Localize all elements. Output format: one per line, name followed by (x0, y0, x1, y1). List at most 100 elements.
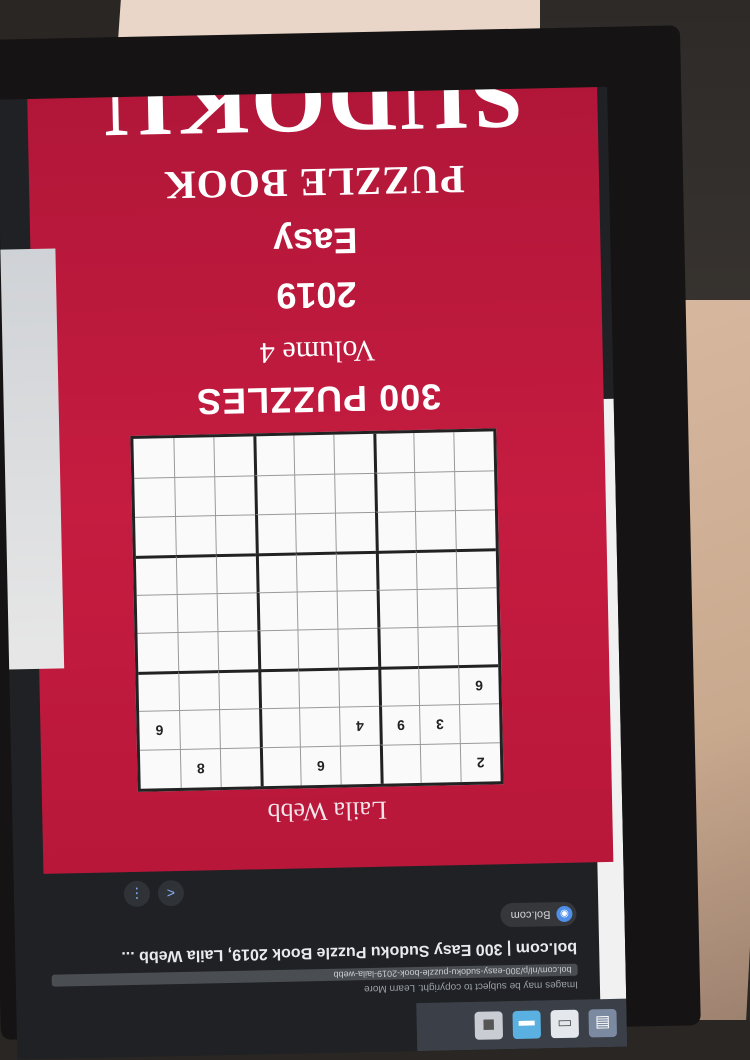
upside-down-view: ▤ ▭ ▬ ◼ Images may be subject to copyrig… (0, 86, 628, 1060)
sudoku-cell (217, 630, 259, 671)
sudoku-cell (136, 593, 178, 634)
page-title[interactable]: bol.com | 300 Easy Sudoku Puzzle Book 20… (77, 938, 577, 966)
sudoku-cell (337, 628, 379, 668)
sudoku-cell (419, 743, 461, 783)
sudoku-cell (135, 554, 177, 595)
sudoku-cell (178, 670, 220, 711)
sudoku-cell (414, 509, 456, 550)
tablet-screen: ▤ ▭ ▬ ◼ Images may be subject to copyrig… (0, 86, 628, 1060)
document-icon[interactable]: ▭ (550, 1009, 580, 1039)
sudoku-cell (176, 592, 218, 633)
sudoku-cell (376, 588, 418, 629)
sudoku-cell (174, 476, 215, 516)
cover-year: 2019 (275, 274, 357, 317)
sudoku-cell (219, 747, 261, 788)
sudoku-cell (374, 510, 416, 551)
sudoku-cell: 6 (458, 664, 500, 705)
sudoku-cell (214, 475, 255, 515)
sudoku-cell (139, 749, 181, 789)
sudoku-cell (298, 667, 340, 708)
bag-icon[interactable]: ◼ (474, 1011, 504, 1040)
cover-level: Easy (272, 220, 358, 263)
sudoku-cell (138, 671, 180, 712)
site-chip[interactable]: ◉ Bol.com (500, 901, 577, 928)
cover-volume: Volume 4 (259, 333, 376, 370)
sudoku-cell: 3 (419, 704, 460, 745)
sudoku-cell (333, 433, 375, 474)
sudoku-cell (133, 438, 174, 478)
sudoku-cell (218, 669, 260, 710)
files-icon[interactable]: ▤ (588, 1008, 618, 1038)
cover-title: SUDOKU (99, 86, 525, 159)
sudoku-cell (375, 549, 417, 590)
sudoku-cell (413, 432, 455, 472)
sudoku-cell (296, 590, 338, 630)
sudoku-cell (256, 591, 298, 631)
sudoku-cell (455, 547, 497, 588)
sudoku-cell (179, 709, 220, 750)
sudoku-cell (415, 548, 457, 589)
sudoku-cell (453, 431, 495, 472)
sudoku-cell (255, 552, 297, 592)
sudoku-cell (456, 586, 498, 627)
sudoku-cell (336, 589, 378, 630)
sudoku-cell (253, 435, 295, 476)
sudoku-cell (213, 436, 255, 477)
sudoku-grid: 26839466 (130, 428, 504, 792)
sudoku-cell (379, 744, 421, 784)
taskbar: ▤ ▭ ▬ ◼ (416, 998, 628, 1052)
sudoku-cell (254, 474, 295, 515)
sudoku-cell (418, 665, 460, 706)
sudoku-cell (377, 627, 419, 668)
cover-author: Laila Webb (267, 795, 388, 828)
sudoku-cell (293, 434, 335, 475)
sudoku-cell (295, 551, 337, 592)
sudoku-cell: 8 (179, 748, 221, 788)
sudoku-cell (338, 667, 380, 707)
tablet-device: ▤ ▭ ▬ ◼ Images may be subject to copyrig… (0, 25, 701, 1060)
sudoku-cell (215, 553, 257, 593)
action-buttons: < ⋮ (123, 879, 185, 908)
side-results-column (0, 248, 65, 670)
sudoku-cell: 9 (379, 705, 420, 745)
sudoku-cell (378, 666, 420, 707)
sudoku-cell (134, 476, 176, 517)
sudoku-cell (373, 433, 415, 473)
sudoku-cell (214, 514, 256, 554)
sudoku-cell (137, 632, 179, 673)
sudoku-cell (216, 591, 258, 632)
sudoku-cell (454, 509, 496, 549)
sudoku-cell (334, 511, 376, 552)
sudoku-cell (175, 553, 217, 594)
sudoku-cell (414, 471, 455, 511)
sudoku-cell (173, 437, 215, 477)
sudoku-cell: 4 (339, 706, 380, 746)
site-favicon-icon: ◉ (556, 905, 573, 923)
site-name: Bol.com (510, 908, 551, 922)
cover-count: 300 PUZZLES (195, 376, 442, 423)
sudoku-cell (259, 746, 301, 787)
sudoku-cell (257, 629, 299, 670)
more-options-icon[interactable]: ⋮ (123, 880, 151, 908)
sudoku-cell (254, 513, 296, 554)
sudoku-cell: 2 (459, 742, 501, 783)
sudoku-cell (335, 550, 377, 591)
sudoku-cell (258, 668, 300, 709)
book-cover-image[interactable]: Laila Webb 26839466 300 PUZZLES Volume 4… (26, 86, 614, 874)
sudoku-cell (334, 472, 375, 513)
screen-icon[interactable]: ▬ (512, 1010, 542, 1040)
sudoku-cell (259, 707, 300, 748)
sudoku-cell (135, 515, 176, 556)
sudoku-cell (454, 470, 495, 510)
sudoku-cell (297, 629, 339, 669)
sudoku-cell (175, 514, 216, 555)
sudoku-cell (294, 473, 335, 514)
sudoku-cell (177, 631, 219, 672)
sudoku-cell (457, 625, 499, 666)
sudoku-cell (459, 703, 500, 744)
sudoku-cell: 6 (299, 745, 341, 786)
sudoku-cell (294, 512, 336, 553)
sudoku-cell (339, 744, 381, 785)
cover-subtitle: PUZZLE BOOK (163, 156, 466, 209)
share-icon[interactable]: < (157, 879, 185, 907)
